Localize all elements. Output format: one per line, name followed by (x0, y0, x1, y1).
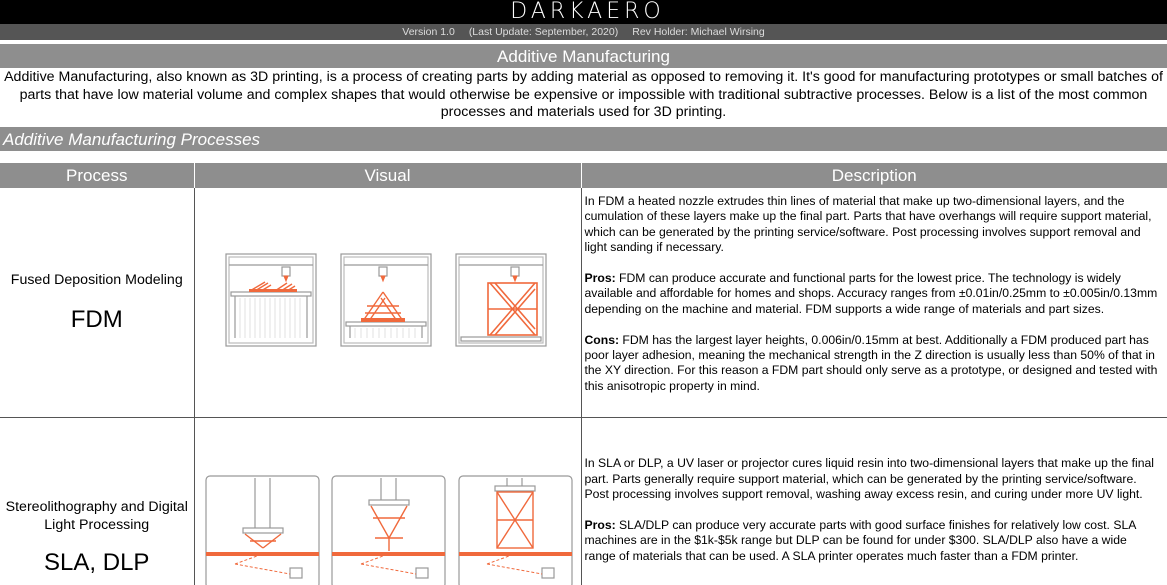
process-cell: Stereolithography and Digital Light Proc… (0, 417, 195, 585)
column-header-process: Process (0, 163, 194, 188)
pros-text: FDM can produce accurate and functional … (584, 271, 1158, 316)
process-name: Fused Deposition Modeling (10, 272, 183, 288)
section-intro: Additive Manufacturing, also known as 3D… (4, 69, 1163, 121)
sla-process-illustration (204, 475, 573, 585)
last-update-text: (Last Update: September, 2020) (468, 26, 619, 38)
description-intro: In SLA or DLP, a UV laser or projector c… (584, 456, 1154, 502)
column-header-description: Description (580, 163, 1167, 188)
description-intro: In FDM a heated nozzle extrudes thin lin… (584, 194, 1152, 255)
description-pros: Pros: SLA/DLP can produce very accurate … (585, 518, 1162, 564)
process-abbreviation: SLA, DLP (44, 548, 150, 576)
description-cell: In FDM a heated nozzle extrudes thin lin… (581, 188, 1167, 418)
visual-cell (194, 188, 582, 418)
table-header-row: Process Visual Description (0, 163, 1167, 188)
table-row-fdm: Fused Deposition Modeling FDM In FDM a h… (0, 188, 1167, 418)
table-row-sla: Stereolithography and Digital Light Proc… (0, 417, 1167, 585)
cons-text: FDM has the largest layer heights, 0.006… (584, 332, 1158, 393)
pros-label: Pros: (584, 518, 616, 532)
darkaero-logo: DARKAERO (510, 0, 665, 24)
description-cons: Cons: FDM has the largest layer heights,… (585, 333, 1162, 395)
cons-label: Cons: (584, 332, 620, 347)
pros-text: SLA/DLP can produce very accurate parts … (584, 518, 1136, 563)
process-cell: Fused Deposition Modeling FDM (0, 188, 195, 418)
description-cell: In SLA or DLP, a UV laser or projector c… (581, 417, 1167, 585)
processes-subheader: Additive Manufacturing Processes (0, 127, 1167, 151)
process-name: Stereolithography and Digital Light Proc… (5, 498, 188, 533)
version-bar: Version 1.0 (Last Update: September, 2020… (0, 24, 1167, 40)
pros-label: Pros: (584, 271, 616, 286)
top-banner: DARKAERO (0, 0, 1167, 24)
version-text: Version 1.0 (402, 26, 455, 38)
section-title: Additive Manufacturing (0, 44, 1167, 68)
description-pros: Pros: FDM can produce accurate and funct… (585, 271, 1162, 317)
processes-table: Process Visual Description Fused Deposit… (0, 163, 1167, 585)
column-header-visual: Visual (193, 163, 581, 188)
visual-cell (194, 417, 582, 585)
fdm-process-illustration (224, 253, 547, 347)
rev-holder-text: Rev Holder: Michael Wirsing (632, 26, 765, 38)
process-abbreviation: FDM (70, 306, 123, 333)
